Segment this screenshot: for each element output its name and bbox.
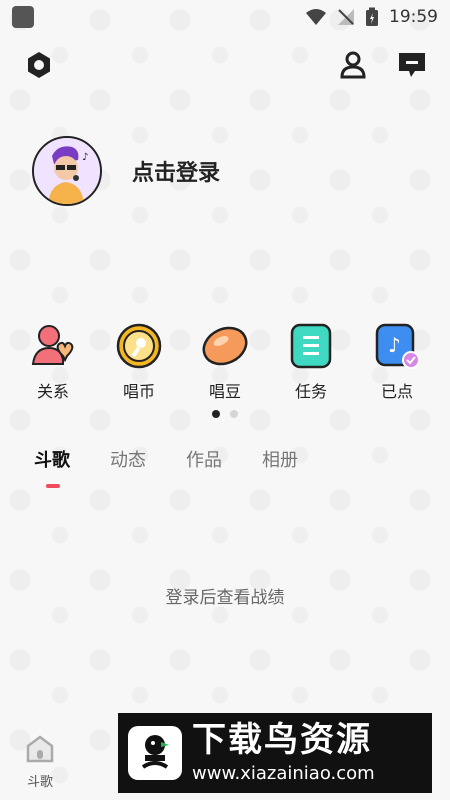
quick-action-label: 任务: [294, 382, 327, 401]
tab-label: 相册: [262, 450, 298, 471]
tab-active-indicator: [46, 484, 60, 488]
profile-tabs: 斗歌 动态 作品 相册: [34, 446, 298, 488]
quick-action-label: 唱豆: [208, 382, 241, 401]
hexagon-settings-icon: [28, 52, 50, 78]
quick-action-sing-coin[interactable]: 唱币: [104, 322, 174, 402]
notification-icon: [12, 6, 34, 28]
settings-button[interactable]: [22, 48, 56, 82]
quick-action-label: 已点: [380, 382, 413, 401]
status-bar: 19:59: [0, 0, 450, 34]
login-label[interactable]: 点击登录: [132, 155, 220, 187]
task-icon: [290, 323, 332, 369]
tab-battle[interactable]: 斗歌: [34, 446, 70, 488]
nav-label: 斗歌: [26, 775, 53, 790]
tab-album[interactable]: 相册: [262, 446, 298, 472]
ordered-songs-icon: ♪: [375, 323, 420, 369]
user-profile-button[interactable]: [336, 48, 370, 82]
quick-action-sing-bean[interactable]: 唱豆: [190, 322, 260, 402]
quick-actions: 关系 唱币 唱豆 任务 ♪ 已点: [0, 322, 450, 402]
watermark-url: www.xiazainiao.com: [192, 762, 375, 784]
nav-item-battle[interactable]: 斗歌: [10, 733, 70, 790]
empty-state-message: 登录后查看战绩: [165, 588, 285, 608]
profile-section: ♪ 点击登录: [32, 136, 220, 206]
page-dot[interactable]: [230, 410, 238, 418]
quick-action-label: 唱币: [122, 382, 155, 401]
avatar-illustration: ♪: [34, 138, 100, 204]
battery-icon: [366, 7, 378, 26]
quick-action-ordered[interactable]: ♪ 已点: [362, 322, 432, 402]
quick-action-relationship[interactable]: 关系: [18, 322, 88, 402]
tab-label: 作品: [186, 450, 222, 471]
quick-action-label: 关系: [36, 382, 69, 401]
wifi-icon: [306, 9, 326, 25]
sing-bean-icon: [202, 326, 248, 366]
relationship-icon: [31, 325, 74, 365]
status-icons: 19:59: [305, 7, 438, 27]
top-toolbar: [0, 48, 450, 88]
sing-coin-icon: [116, 323, 162, 369]
user-icon: [340, 51, 366, 79]
quick-action-task[interactable]: 任务: [276, 322, 346, 402]
home-icon: [26, 735, 54, 763]
bird-logo-icon: [128, 726, 182, 780]
avatar[interactable]: ♪: [32, 136, 102, 206]
watermark-banner: 下载鸟资源 www.xiazainiao.com: [118, 713, 432, 793]
tab-works[interactable]: 作品: [186, 446, 222, 472]
watermark-title: 下载鸟资源: [192, 720, 372, 761]
page-indicator: [0, 410, 450, 418]
tab-label: 动态: [110, 450, 146, 471]
svg-text:♪: ♪: [82, 152, 88, 163]
svg-text:♪: ♪: [388, 333, 401, 357]
page-dot-active[interactable]: [212, 410, 220, 418]
message-icon: [399, 53, 425, 77]
tab-label: 斗歌: [34, 450, 70, 471]
signal-icon: [338, 9, 354, 25]
status-time: 19:59: [389, 7, 438, 27]
message-button[interactable]: [395, 48, 429, 82]
tab-activity[interactable]: 动态: [110, 446, 146, 472]
